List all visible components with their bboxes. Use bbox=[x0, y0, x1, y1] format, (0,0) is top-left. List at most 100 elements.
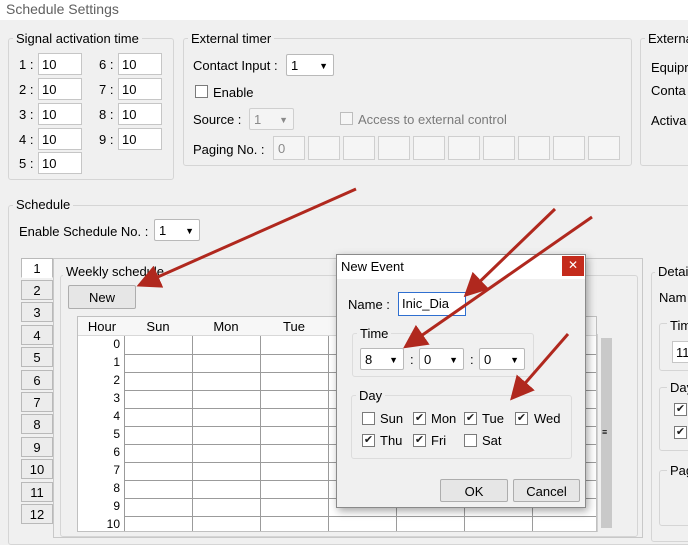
event-name-input[interactable]: Inic_Dia bbox=[398, 292, 466, 316]
schedule-tab-6[interactable]: 6 bbox=[21, 370, 53, 390]
paging-field-10[interactable] bbox=[588, 136, 620, 160]
time-group-title: Time bbox=[357, 326, 392, 341]
schedule-tab-3[interactable]: 3 bbox=[21, 302, 53, 322]
paging-field-3[interactable] bbox=[343, 136, 375, 160]
paging-field-1[interactable]: 0 bbox=[273, 136, 305, 160]
schedule-tab-5[interactable]: 5 bbox=[21, 347, 53, 367]
signal-label-8: 8 : bbox=[99, 107, 114, 122]
schedule-tab-9[interactable]: 9 bbox=[21, 437, 53, 457]
hour-select[interactable]: 8 ▼ bbox=[360, 348, 404, 370]
schedule-tab-12[interactable]: 12 bbox=[21, 504, 53, 524]
signal-label-5: 5 : bbox=[19, 156, 34, 171]
weekly-schedule-title: Weekly schedule bbox=[63, 264, 168, 279]
schedule-tab-1[interactable]: 1 bbox=[21, 258, 53, 278]
paging-field-7[interactable] bbox=[483, 136, 515, 160]
signal-label-1: 1 : bbox=[19, 57, 34, 72]
contact-input-label: Contact Input : bbox=[193, 58, 278, 73]
signal-input-3[interactable]: 10 bbox=[38, 103, 82, 125]
external-right-item-3: Activa bbox=[651, 113, 687, 128]
day-checkbox-sat[interactable] bbox=[464, 434, 477, 447]
chevron-down-icon: ▼ bbox=[449, 355, 458, 365]
hour-label-5: 5 bbox=[113, 427, 120, 441]
paging-field-5[interactable] bbox=[413, 136, 445, 160]
day-checkbox-fri[interactable] bbox=[413, 434, 426, 447]
day-checkbox-wed[interactable] bbox=[515, 412, 528, 425]
cancel-button[interactable]: Cancel bbox=[513, 479, 580, 502]
minute-select[interactable]: 0 ▼ bbox=[419, 348, 464, 370]
day-label-fri: Fri bbox=[431, 433, 447, 448]
hour-label-10: 10 bbox=[106, 517, 120, 531]
signal-input-6[interactable]: 10 bbox=[118, 53, 162, 75]
details-time-field[interactable]: 11 bbox=[672, 341, 688, 363]
new-event-button[interactable]: New bbox=[68, 285, 136, 309]
details-title: Detai bbox=[655, 264, 688, 279]
event-name-label: Name : bbox=[348, 297, 390, 312]
close-icon[interactable]: ✕ bbox=[562, 256, 584, 276]
day-checkbox-sun[interactable] bbox=[362, 412, 375, 425]
hour-value: 8 bbox=[365, 352, 373, 367]
day-label-thu: Thu bbox=[380, 433, 403, 448]
enable-checkbox[interactable] bbox=[195, 85, 208, 98]
hour-label-8: 8 bbox=[113, 481, 120, 495]
signal-input-9[interactable]: 10 bbox=[118, 128, 162, 150]
signal-input-1[interactable]: 10 bbox=[38, 53, 82, 75]
grid-header-mon: Mon bbox=[213, 319, 239, 334]
window-title: Schedule Settings bbox=[0, 0, 688, 20]
enable-schedule-label: Enable Schedule No. : bbox=[19, 224, 149, 239]
hour-label-4: 4 bbox=[113, 409, 120, 423]
day-group bbox=[351, 395, 572, 459]
schedule-tab-4[interactable]: 4 bbox=[21, 325, 53, 345]
signal-label-3: 3 : bbox=[19, 107, 34, 122]
grid-line bbox=[260, 336, 261, 531]
minute-value: 0 bbox=[424, 352, 432, 367]
signal-input-7[interactable]: 10 bbox=[118, 78, 162, 100]
chevron-down-icon: ▼ bbox=[510, 355, 519, 365]
signal-input-8[interactable]: 10 bbox=[118, 103, 162, 125]
external-right-item-2: Conta bbox=[651, 83, 686, 98]
time-separator-1: : bbox=[410, 352, 414, 367]
day-checkbox-mon[interactable] bbox=[413, 412, 426, 425]
paging-field-2[interactable] bbox=[308, 136, 340, 160]
external-right-title: Externa bbox=[645, 31, 688, 46]
signal-label-9: 9 : bbox=[99, 132, 114, 147]
schedule-tab-2[interactable]: 2 bbox=[21, 280, 53, 300]
grid-line bbox=[124, 516, 596, 517]
day-label-wed: Wed bbox=[534, 411, 561, 426]
details-page-group bbox=[659, 470, 688, 526]
contact-input-value: 1 bbox=[291, 58, 299, 73]
signal-input-2[interactable]: 10 bbox=[38, 78, 82, 100]
details-day-title: Day bbox=[667, 380, 688, 395]
details-day-checkbox-2[interactable] bbox=[674, 426, 687, 439]
access-external-checkbox[interactable] bbox=[340, 112, 353, 125]
day-group-title: Day bbox=[356, 388, 386, 403]
details-day-checkbox-1[interactable] bbox=[674, 403, 687, 416]
second-select[interactable]: 0 ▼ bbox=[479, 348, 525, 370]
contact-input-select[interactable]: 1 ▼ bbox=[286, 54, 334, 76]
signal-input-5[interactable]: 10 bbox=[38, 152, 82, 174]
paging-field-9[interactable] bbox=[553, 136, 585, 160]
paging-field-8[interactable] bbox=[518, 136, 550, 160]
grid-vertical-scrollbar[interactable]: ≡ bbox=[597, 334, 614, 532]
chevron-down-icon: ▼ bbox=[279, 115, 288, 125]
enable-schedule-select[interactable]: 1 ▼ bbox=[154, 219, 200, 241]
enable-label: Enable bbox=[213, 85, 254, 100]
chevron-down-icon: ▼ bbox=[389, 355, 398, 365]
paging-field-6[interactable] bbox=[448, 136, 480, 160]
schedule-tab-7[interactable]: 7 bbox=[21, 392, 53, 412]
new-event-dialog: New Event ✕ Name : Inic_Dia Time 8 ▼ : 0… bbox=[336, 254, 586, 508]
schedule-tab-10[interactable]: 10 bbox=[21, 459, 53, 479]
schedule-tab-8[interactable]: 8 bbox=[21, 414, 53, 434]
source-select[interactable]: 1 ▼ bbox=[249, 108, 294, 130]
details-time-title: Tim bbox=[667, 318, 688, 333]
second-value: 0 bbox=[484, 352, 492, 367]
day-checkbox-thu[interactable] bbox=[362, 434, 375, 447]
ok-button[interactable]: OK bbox=[440, 479, 508, 502]
access-external-label: Access to external control bbox=[358, 112, 507, 127]
dialog-title: New Event bbox=[337, 255, 585, 279]
hour-label-7: 7 bbox=[113, 463, 120, 477]
paging-field-4[interactable] bbox=[378, 136, 410, 160]
signal-input-4[interactable]: 10 bbox=[38, 128, 82, 150]
day-checkbox-tue[interactable] bbox=[464, 412, 477, 425]
grid-header-hour: Hour bbox=[87, 319, 117, 334]
schedule-tab-11[interactable]: 11 bbox=[21, 482, 53, 502]
